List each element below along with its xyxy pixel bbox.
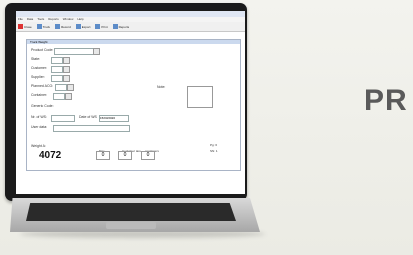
toolbar-export-button[interactable]: Export	[75, 24, 90, 29]
page-indicator: Pg: 6	[210, 143, 218, 147]
planned-aco-input[interactable]	[55, 84, 67, 91]
toolbar-reports-button[interactable]: Reports	[112, 24, 129, 29]
export-icon	[75, 24, 81, 29]
planned-aco-lookup-button[interactable]	[67, 84, 74, 91]
label-product-code: Product Code:	[31, 48, 54, 52]
product-code-lookup-button[interactable]	[93, 48, 100, 55]
print-icon	[95, 24, 101, 29]
supplier-lookup-button[interactable]	[63, 75, 70, 82]
state-lookup-button[interactable]	[63, 57, 70, 64]
product-code-input[interactable]	[54, 48, 94, 55]
label-state: State:	[31, 57, 41, 61]
label-date-of-ws: Date of WS	[79, 115, 97, 119]
toolbar-record-button[interactable]: Record	[55, 24, 71, 29]
label-note: Note:	[157, 85, 166, 89]
label-customer: Customer:	[31, 66, 48, 70]
form-title: Truck Weight	[27, 40, 240, 44]
menu-file[interactable]: File	[18, 17, 23, 22]
containers-input[interactable]: 0	[141, 151, 155, 160]
note-textarea[interactable]	[187, 86, 213, 108]
user-data-input[interactable]	[53, 125, 130, 132]
toolbar: Close Truck Record Export Print Reports	[16, 22, 245, 32]
container-tare-input[interactable]: 0	[118, 151, 132, 160]
supplier-input[interactable]	[51, 75, 63, 82]
record-icon	[55, 24, 61, 29]
menu-tools[interactable]: Tools	[37, 17, 44, 22]
weight-display: 4072	[39, 150, 62, 161]
menu-data[interactable]: Data	[27, 17, 33, 22]
date-of-ws-input[interactable]: 15/03/2020	[99, 115, 129, 122]
menu-help[interactable]: Help	[77, 17, 83, 22]
toolbar-truck-button[interactable]: Truck	[36, 24, 50, 29]
trackpad	[106, 222, 156, 229]
label-container: Container:	[31, 93, 48, 97]
reports-icon	[112, 24, 118, 29]
menu-reports[interactable]: Reports	[48, 17, 59, 22]
truck-icon	[36, 24, 42, 29]
keyboard	[26, 203, 236, 221]
state-input[interactable]	[51, 57, 63, 64]
customer-input[interactable]	[51, 66, 63, 73]
container-input[interactable]	[53, 93, 65, 100]
serial-indicator: SN: 1	[210, 149, 218, 153]
label-nr-of-ws: Nr. of WS:	[31, 115, 47, 119]
label-planned-aco: Planned ACO:	[31, 84, 54, 88]
laptop: File Data Tools Reports Window Help Clos…	[0, 0, 413, 255]
toolbar-print-button[interactable]: Print	[95, 24, 108, 29]
container-lookup-button[interactable]	[65, 93, 72, 100]
label-weight-a: Weight A:	[31, 144, 46, 148]
label-supplier: Supplier:	[31, 75, 45, 79]
customer-lookup-button[interactable]	[63, 66, 70, 73]
nr-of-ws-input[interactable]	[51, 115, 75, 122]
menu-window[interactable]: Window	[63, 17, 74, 22]
label-user-data: User data:	[31, 125, 48, 129]
tare-input[interactable]: 0	[96, 151, 110, 160]
label-generic-code: Generic Code:	[31, 104, 54, 108]
close-icon	[18, 24, 23, 29]
toolbar-close-button[interactable]: Close	[18, 24, 32, 29]
